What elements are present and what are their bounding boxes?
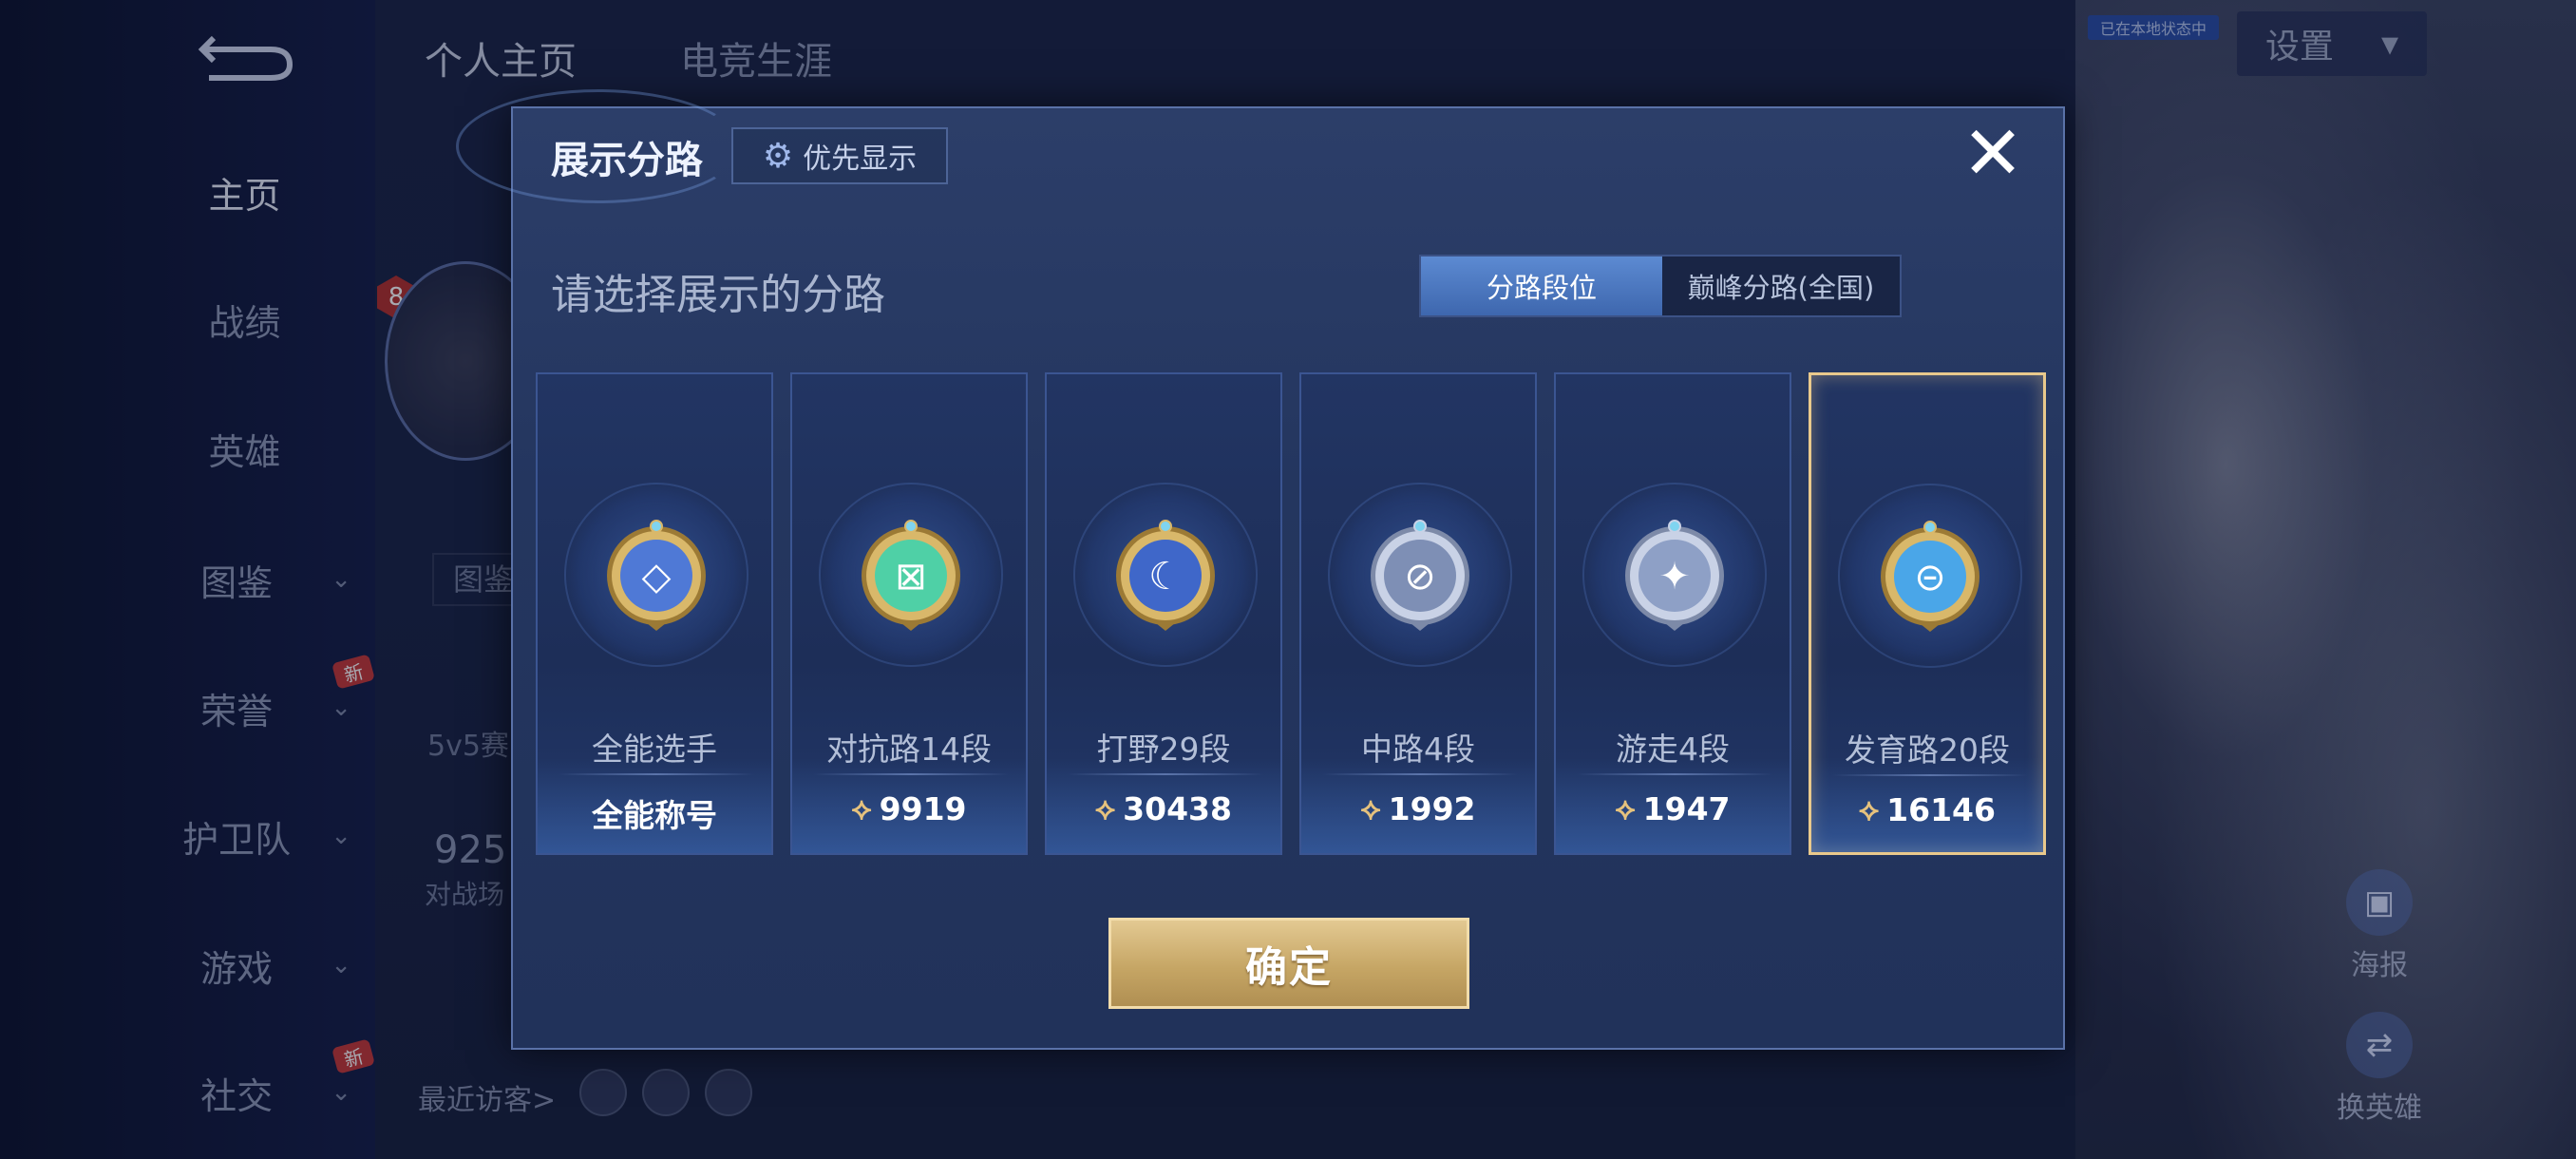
lane-role-label: 发育路20段 <box>1845 732 2010 769</box>
card-divider <box>1068 773 1263 775</box>
lane-role-label: 对抗路14段 <box>826 731 992 768</box>
rank-points-icon: ⟡ <box>1360 790 1381 826</box>
lane-card-all-round[interactable]: ◇ 全能选手全能称号 <box>536 372 773 855</box>
lane-card-farm-lane[interactable]: ⊝ 发育路20段 ⟡ 16146 <box>1809 372 2046 855</box>
lane-role-label: 全能选手 <box>592 731 717 768</box>
top-lane-badge-icon: ⊠ <box>862 520 960 631</box>
svg-text:✦: ✦ <box>1658 555 1691 598</box>
card-divider <box>1322 773 1518 775</box>
all-round-badge-icon: ◇ <box>607 520 706 631</box>
lane-value-text: 全能称号 <box>592 797 717 834</box>
rank-points-icon: ⟡ <box>1095 790 1116 826</box>
lane-card-mid-lane[interactable]: ⊘ 中路4段 ⟡ 1992 <box>1299 372 1537 855</box>
tab-peak-lane[interactable]: 巅峰分路(全国) <box>1662 256 1900 315</box>
lane-value-text: 9919 <box>879 790 967 827</box>
svg-text:⊘: ⊘ <box>1404 555 1436 598</box>
lane-value: ⟡ 30438 <box>1047 790 1280 827</box>
svg-text:◇: ◇ <box>642 555 672 598</box>
card-divider <box>1832 774 2028 776</box>
svg-text:⊠: ⊠ <box>895 555 927 598</box>
roam-badge-icon: ✦ <box>1625 520 1724 631</box>
dialog-title: 展示分路 <box>551 139 703 182</box>
lane-role-label: 游走4段 <box>1616 731 1730 768</box>
lane-value: ⟡ 16146 <box>1811 791 2043 828</box>
gear-icon: ⚙ <box>762 136 794 176</box>
lane-value: ⟡ 1947 <box>1556 790 1790 827</box>
display-lane-dialog: 展示分路 ⚙ 优先显示 ✕ 请选择展示的分路 分路段位 巅峰分路(全国) ◇ 全能… <box>456 89 2065 1050</box>
priority-display-label: 优先显示 <box>803 142 918 176</box>
lane-card-top-lane[interactable]: ⊠ 对抗路14段 ⟡ 9919 <box>790 372 1028 855</box>
lane-value-text: 1992 <box>1388 790 1476 827</box>
card-divider <box>813 773 1009 775</box>
lane-type-toggle: 分路段位 巅峰分路(全国) <box>1419 255 1902 317</box>
rank-points-icon: ⟡ <box>1615 790 1636 826</box>
jungle-badge-icon: ☾ <box>1116 520 1215 631</box>
lane-value: ⟡ 1992 <box>1301 790 1535 827</box>
lane-value-text: 1947 <box>1642 790 1731 827</box>
confirm-button[interactable]: 确定 <box>1108 918 1469 1009</box>
mid-lane-badge-icon: ⊘ <box>1371 520 1469 631</box>
lane-role-label: 中路4段 <box>1361 731 1475 768</box>
lane-value: ⟡ 9919 <box>792 790 1026 827</box>
lane-role-label: 打野29段 <box>1096 731 1231 768</box>
close-icon[interactable]: ✕ <box>1959 117 2027 191</box>
card-divider <box>1577 773 1772 775</box>
dialog-subtitle: 请选择展示的分路 <box>551 271 885 319</box>
lane-value-text: 30438 <box>1123 790 1232 827</box>
svg-text:⊝: ⊝ <box>1914 556 1946 599</box>
tab-lane-rank[interactable]: 分路段位 <box>1421 256 1662 315</box>
rank-points-icon: ⟡ <box>851 790 872 826</box>
lane-card-roam[interactable]: ✦ 游走4段 ⟡ 1947 <box>1554 372 1791 855</box>
lane-value: 全能称号 <box>538 790 771 836</box>
lane-card-jungle[interactable]: ☾ 打野29段 ⟡ 30438 <box>1045 372 1282 855</box>
lane-value-text: 16146 <box>1886 791 1996 828</box>
priority-display-button[interactable]: ⚙ 优先显示 <box>731 127 948 184</box>
rank-points-icon: ⟡ <box>1859 791 1880 827</box>
farm-lane-badge-icon: ⊝ <box>1881 521 1979 632</box>
svg-text:☾: ☾ <box>1148 555 1183 598</box>
card-divider <box>559 773 754 775</box>
lane-card-list: ◇ 全能选手 全能称号 ⊠ 对抗路14段 ⟡ 9919 ☾ 打野29段 ⟡ 30438 ⊘ 中路4段 ⟡ 1… <box>536 372 2046 857</box>
